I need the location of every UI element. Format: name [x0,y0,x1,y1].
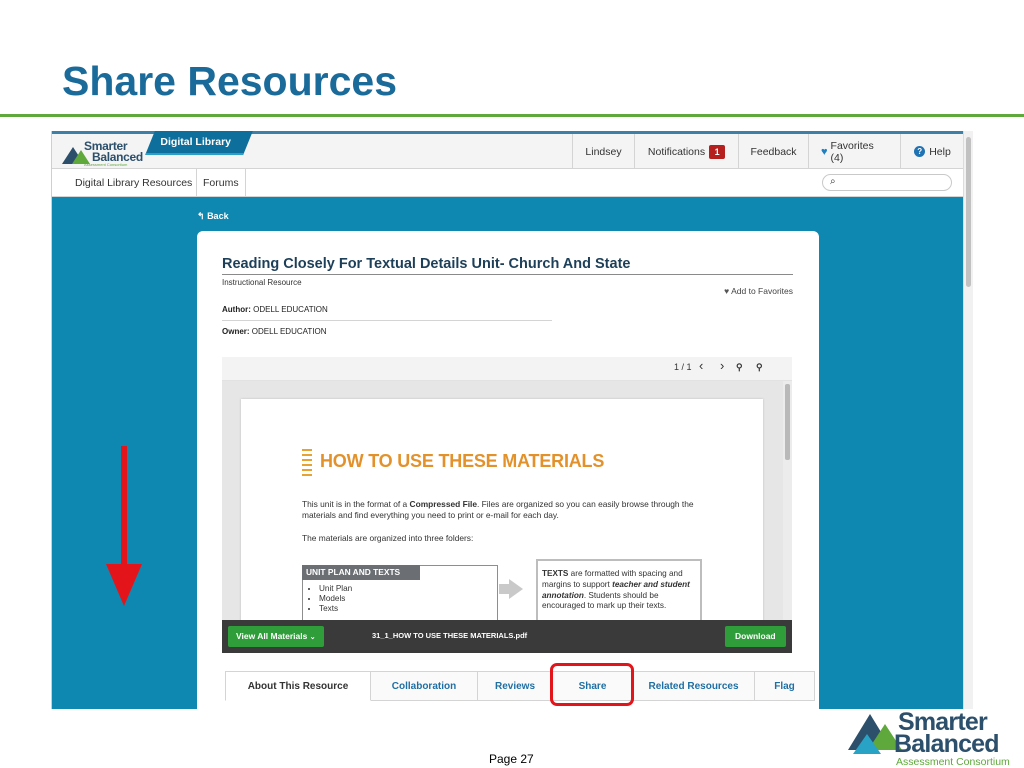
search-icon: ⌕ [830,176,836,187]
page-scrollbar[interactable] [963,131,973,709]
viewer-scrollbar-thumb[interactable] [785,384,790,460]
top-nav: Lindsey Notifications 1 Feedback ♥ Favor… [572,134,964,169]
viewer-toolbar: 1 / 1 ‹ › ⚲ ⚲ [222,357,792,381]
viewer-footer: View All Materials ⌄ 31_1_HOW TO USE THE… [222,620,792,653]
file-name: 31_1_HOW TO USE THESE MATERIALS.pdf [372,631,528,640]
nav-user[interactable]: Lindsey [572,134,634,169]
search-input[interactable]: ⌕ [822,174,952,191]
doc-para1-text-a: This unit is in the format of a [302,499,410,509]
down-arrow-icon [106,446,142,606]
smarter-balanced-footer-logo: Smarter Balanced Assessment Consortium [848,708,1024,768]
nav-notifications-label: Notifications [647,145,706,158]
resource-tabs: About This Resource Collaboration Review… [225,671,815,701]
right-arrow-icon [509,579,523,599]
owner-label: Owner: [222,327,250,336]
digital-library-tab-label: Digital Library [160,136,232,148]
document-heading: HOW TO USE THESE MATERIALS [320,451,605,471]
author-label: Author: [222,305,251,314]
document-paragraph-1: This unit is in the format of a Compress… [302,499,722,521]
resource-type: Instructional Resource [222,278,302,287]
logo-text-consortium: Assessment Consortium [84,162,128,167]
unit-plan-box-title: UNIT PLAN AND TEXTS [302,565,420,580]
resource-owner: Owner: ODELL EDUCATION [222,327,326,336]
title-divider [0,114,1024,117]
subnav-forums[interactable]: Forums [196,169,246,197]
tab-reviews[interactable]: Reviews [478,671,553,701]
heart-icon: ♥ [724,286,730,296]
view-all-materials-label: View All Materials [236,631,308,641]
unit-plan-list: Unit Plan Models Texts [319,584,352,614]
list-item: Texts [319,604,352,614]
meta-divider [222,320,552,321]
nav-help-label: Help [929,145,951,158]
page-scrollbar-thumb[interactable] [966,137,971,287]
logo-mountain-blue-icon [853,734,881,754]
footer-logo-consortium: Assessment Consortium [896,756,1010,768]
nav-user-label: Lindsey [585,145,622,158]
zoom-out-icon[interactable]: ⚲ [736,362,743,373]
add-to-favorites-link[interactable]: ♥ Add to Favorites [724,286,793,296]
page-count: 1 / 1 [674,362,692,372]
resource-title: Reading Closely For Textual Details Unit… [222,256,631,272]
app-screenshot: Smarter Balanced Assessment Consortium D… [51,131,973,709]
unit-plan-box: UNIT PLAN AND TEXTS Unit Plan Models Tex… [302,565,498,620]
chevron-down-icon: ⌄ [309,634,316,641]
add-to-favorites-label: Add to Favorites [731,286,793,296]
nav-favorites-label: Favorites (4) [830,139,874,164]
nav-feedback[interactable]: Feedback [738,134,808,169]
resource-author: Author: ODELL EDUCATION [222,305,328,314]
next-page-button[interactable]: › [720,358,724,373]
nav-favorites[interactable]: ♥ Favorites (4) [808,134,900,169]
subnav-resources[interactable]: Digital Library Resources [75,169,192,197]
help-icon: ? [914,146,926,157]
page-number: Page 27 [489,752,534,766]
resource-card: Reading Closely For Textual Details Unit… [197,231,819,709]
list-item: Models [319,594,352,604]
smarter-balanced-logo[interactable]: Smarter Balanced Assessment Consortium [62,139,152,167]
doc-para1-text-b: Compressed File [409,499,478,509]
texts-box: TEXTS are formatted with spacing and mar… [536,559,702,620]
nav-feedback-label: Feedback [750,145,797,158]
view-all-materials-button[interactable]: View All Materials ⌄ [228,626,324,647]
author-value: ODELL EDUCATION [253,305,328,314]
document-paragraph-2: The materials are organized into three f… [302,533,474,543]
nav-help[interactable]: ? Help [900,134,964,169]
resource-title-divider [222,274,793,275]
tab-collaboration[interactable]: Collaboration [371,671,478,701]
notification-count-badge: 1 [709,144,726,159]
viewer-scrollbar[interactable] [783,381,792,620]
sub-navigation: Digital Library Resources Forums ⌕ [52,169,964,197]
owner-value: ODELL EDUCATION [251,327,327,336]
prev-page-button[interactable]: ‹ [699,358,703,373]
slide-title: Share Resources [62,58,398,104]
back-arrow-icon: ↰ [197,211,205,221]
heart-icon: ♥ [821,145,828,158]
texts-box-a: TEXTS [542,569,569,578]
list-item: Unit Plan [319,584,352,594]
document-page: HOW TO USE THESE MATERIALS This unit is … [241,399,763,620]
heading-stripes-icon [302,449,312,477]
document-viewer[interactable]: HOW TO USE THESE MATERIALS This unit is … [222,381,792,620]
tab-about-this-resource[interactable]: About This Resource [225,671,371,701]
back-link[interactable]: ↰ Back [197,211,229,222]
digital-library-tab[interactable]: Digital Library [145,131,253,155]
nav-notifications[interactable]: Notifications 1 [634,134,738,169]
zoom-in-icon[interactable]: ⚲ [756,362,763,373]
share-tab-highlight [550,663,634,706]
tab-related-resources[interactable]: Related Resources [633,671,755,701]
back-label: Back [207,211,229,221]
top-header: Smarter Balanced Assessment Consortium D… [52,131,964,169]
download-button[interactable]: Download [725,626,786,647]
footer-logo-balanced: Balanced [894,730,1000,758]
tab-flag[interactable]: Flag [755,671,815,701]
